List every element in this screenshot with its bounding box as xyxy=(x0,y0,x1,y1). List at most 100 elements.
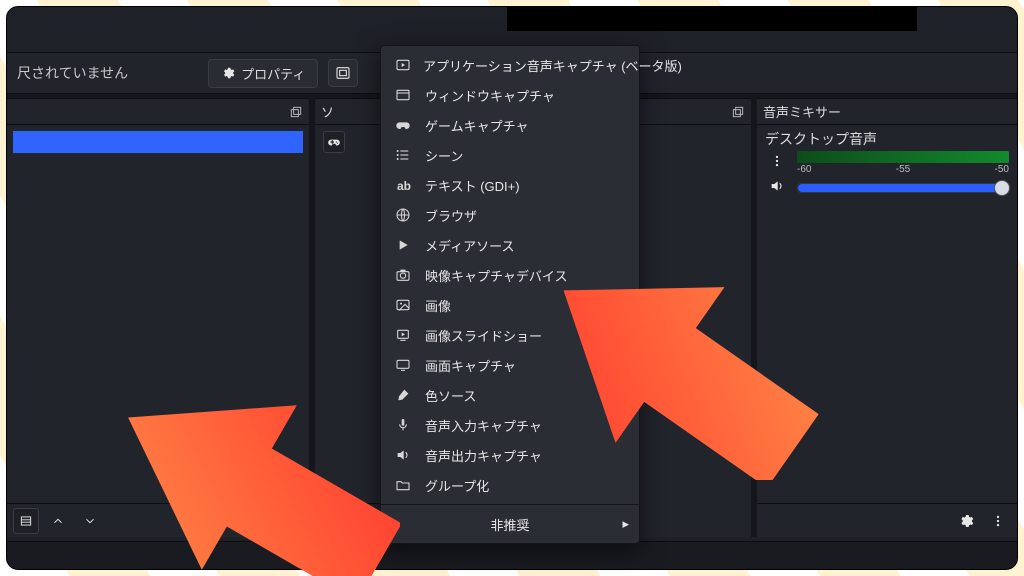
properties-label: プロパティ xyxy=(241,64,305,83)
status-bar xyxy=(7,541,1017,569)
menu-item-audio-output[interactable]: 音声出力キャプチャ xyxy=(381,440,639,470)
scene-move-down-button[interactable] xyxy=(77,508,103,534)
menu-item-video-device[interactable]: 映像キャプチャデバイス xyxy=(381,260,639,290)
menu-item-window-capture[interactable]: ウィンドウキャプチャ xyxy=(381,80,639,110)
scenes-dock-title[interactable] xyxy=(7,99,309,125)
menu-item-image[interactable]: 画像 xyxy=(381,290,639,320)
mixer-options-button[interactable] xyxy=(765,151,789,171)
app-audio-icon xyxy=(395,57,411,73)
plus-icon xyxy=(326,513,342,529)
spacer-dock-title[interactable] xyxy=(623,99,751,125)
image-icon xyxy=(395,297,413,313)
sources-dock-label: ソ xyxy=(321,102,334,121)
popout-icon[interactable] xyxy=(289,105,303,119)
window-icon xyxy=(395,87,413,103)
slideshow-icon xyxy=(395,327,413,343)
brush-icon xyxy=(395,387,413,403)
menu-item-browser[interactable]: ブラウザ xyxy=(381,200,639,230)
meter-scale: -60 -55 -50 xyxy=(797,163,1009,176)
mute-button[interactable] xyxy=(765,176,789,196)
list-icon xyxy=(19,514,33,528)
trash-icon xyxy=(359,513,374,528)
menu-item-label: シーン xyxy=(425,146,463,165)
spacer-dock xyxy=(623,98,751,537)
speaker-icon xyxy=(395,447,413,463)
globe-icon xyxy=(395,207,413,223)
menu-item-app-audio[interactable]: アプリケーション音声キャプチャ (ベータ版) xyxy=(381,50,639,80)
menu-item-color-source[interactable]: 色ソース xyxy=(381,380,639,410)
mixer-dock-title[interactable]: 音声ミキサー xyxy=(757,99,1017,125)
menu-item-group[interactable]: グループ化 xyxy=(381,470,639,500)
speaker-icon xyxy=(769,178,785,194)
menu-separator xyxy=(381,504,639,505)
menu-item-label: 画面キャプチャ xyxy=(425,356,516,375)
menu-item-text[interactable]: ab テキスト (GDI+) xyxy=(381,170,639,200)
mixer-settings-button[interactable] xyxy=(953,508,979,534)
scenes-toolbar xyxy=(7,503,309,537)
menu-item-label: 非推奨 xyxy=(490,515,529,534)
menu-item-label: メディアソース xyxy=(425,236,514,255)
scenes-dock xyxy=(7,98,309,537)
monitor-icon xyxy=(395,357,413,373)
dots-vertical-icon xyxy=(770,154,784,168)
menu-item-label: 色ソース xyxy=(425,386,476,405)
chevron-up-icon xyxy=(51,514,65,528)
menu-item-deprecated[interactable]: 非推奨 ▸ xyxy=(381,509,639,539)
filters-button[interactable] xyxy=(328,59,358,87)
menu-item-label: 音声出力キャプチャ xyxy=(425,446,542,465)
text-icon: ab xyxy=(395,178,413,193)
mixer-dock-label: 音声ミキサー xyxy=(763,102,841,121)
selection-status: 尺されていません xyxy=(17,63,128,83)
audio-meter xyxy=(797,151,1009,163)
properties-button[interactable]: プロパティ xyxy=(208,59,318,88)
meter-scale-c: -50 xyxy=(995,164,1009,175)
mixer-source-label: デスクトップ音声 xyxy=(757,125,1017,151)
mixer-toolbar xyxy=(757,503,1017,537)
gear-icon xyxy=(221,66,235,80)
menu-item-label: 画像スライドショー xyxy=(425,326,542,345)
menu-item-label: アプリケーション音声キャプチャ (ベータ版) xyxy=(423,56,682,75)
remove-source-button[interactable] xyxy=(353,508,379,534)
dots-vertical-icon xyxy=(991,514,1005,528)
gear-icon xyxy=(958,513,974,529)
mixer-dock: 音声ミキサー デスクトップ音声 -60 -55 -50 xyxy=(757,98,1017,537)
gamepad-icon xyxy=(327,135,341,149)
menu-item-label: グループ化 xyxy=(425,476,489,495)
play-icon xyxy=(395,237,413,253)
volume-knob[interactable] xyxy=(994,180,1010,196)
menu-item-label: 画像 xyxy=(425,296,451,315)
source-type-icon xyxy=(323,131,345,153)
volume-slider[interactable] xyxy=(797,183,1009,193)
camera-icon xyxy=(395,267,413,283)
meter-scale-a: -60 xyxy=(797,164,811,175)
menu-item-game-capture[interactable]: ゲームキャプチャ xyxy=(381,110,639,140)
menu-item-label: ウィンドウキャプチャ xyxy=(425,86,555,105)
menu-item-label: 映像キャプチャデバイス xyxy=(425,266,567,285)
chevron-down-icon xyxy=(83,514,97,528)
folder-icon xyxy=(395,477,413,493)
menu-item-label: ブラウザ xyxy=(425,206,477,225)
menu-item-scene[interactable]: シーン xyxy=(381,140,639,170)
popout-icon[interactable] xyxy=(731,105,745,119)
submenu-arrow-icon: ▸ xyxy=(622,516,629,532)
menu-item-label: テキスト (GDI+) xyxy=(425,176,520,195)
scenes-body xyxy=(7,125,309,537)
meter-scale-b: -55 xyxy=(896,164,910,175)
menu-item-audio-input[interactable]: 音声入力キャプチャ xyxy=(381,410,639,440)
list-icon xyxy=(395,147,413,163)
add-source-button[interactable] xyxy=(321,508,347,534)
scene-move-up-button[interactable] xyxy=(45,508,71,534)
volume-fill xyxy=(798,184,1008,192)
menu-item-label: 音声入力キャプチャ xyxy=(425,416,542,435)
menu-item-display-capture[interactable]: 画面キャプチャ xyxy=(381,350,639,380)
scene-filter-button[interactable] xyxy=(13,508,39,534)
preview-area xyxy=(7,7,1017,39)
menu-item-slideshow[interactable]: 画像スライドショー xyxy=(381,320,639,350)
scene-item-selected[interactable] xyxy=(13,131,303,153)
preview-canvas[interactable] xyxy=(507,7,917,31)
menu-item-media[interactable]: メディアソース xyxy=(381,230,639,260)
menu-item-label: ゲームキャプチャ xyxy=(425,116,528,135)
mic-icon xyxy=(395,417,413,433)
filter-icon xyxy=(335,65,351,81)
mixer-more-button[interactable] xyxy=(985,508,1011,534)
